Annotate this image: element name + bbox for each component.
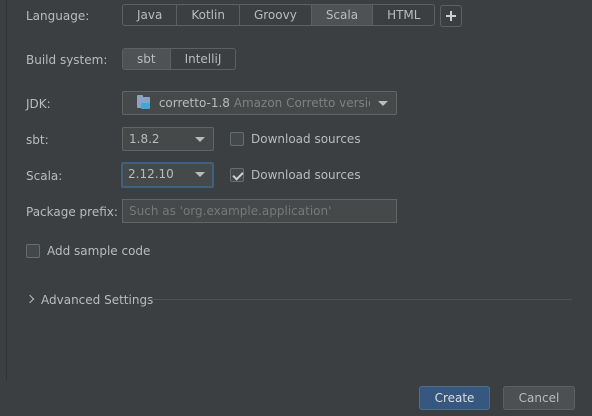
scala-label: Scala: bbox=[26, 169, 63, 183]
build-system-label: Build system: bbox=[26, 53, 108, 67]
language-option-java[interactable]: Java bbox=[123, 5, 178, 25]
cancel-button[interactable]: Cancel bbox=[503, 386, 575, 410]
add-language-button[interactable] bbox=[440, 5, 462, 27]
language-option-scala[interactable]: Scala bbox=[311, 5, 374, 25]
folder-icon bbox=[137, 95, 150, 109]
jdk-label: JDK: bbox=[26, 97, 51, 111]
jdk-arrow-area bbox=[370, 92, 396, 114]
sbt-label: sbt: bbox=[26, 133, 49, 147]
build-system-segmented-control: sbt IntelliJ bbox=[122, 48, 237, 70]
sbt-version-dropdown[interactable]: 1.8.2 bbox=[122, 127, 214, 151]
scala-download-sources-label: Download sources bbox=[251, 168, 361, 182]
language-segmented-control: Java Kotlin Groovy Scala HTML bbox=[122, 4, 436, 26]
cancel-button-label: Cancel bbox=[518, 391, 560, 405]
scala-version-dropdown[interactable]: 2.12.10 bbox=[121, 162, 214, 188]
sbt-version-value: 1.8.2 bbox=[129, 132, 160, 146]
add-sample-code-label: Add sample code bbox=[47, 244, 151, 258]
scala-download-sources-row[interactable]: Download sources bbox=[230, 168, 361, 182]
left-panel-divider bbox=[6, 0, 7, 380]
language-label: Language: bbox=[26, 9, 90, 23]
add-sample-code-row[interactable]: Add sample code bbox=[26, 244, 150, 258]
chevron-right-icon[interactable] bbox=[25, 294, 35, 304]
scala-version-value: 2.12.10 bbox=[128, 167, 174, 181]
language-option-kotlin[interactable]: Kotlin bbox=[177, 5, 240, 25]
build-system-option-intellij[interactable]: IntelliJ bbox=[171, 49, 236, 69]
language-option-groovy[interactable]: Groovy bbox=[240, 5, 312, 25]
language-option-html[interactable]: HTML bbox=[373, 5, 434, 25]
chevron-down-icon bbox=[195, 137, 205, 142]
sbt-download-sources-label: Download sources bbox=[251, 132, 361, 146]
scala-download-sources-checkbox[interactable] bbox=[230, 168, 244, 182]
add-sample-code-checkbox[interactable] bbox=[26, 244, 40, 258]
create-button[interactable]: Create bbox=[419, 386, 490, 410]
build-system-option-sbt[interactable]: sbt bbox=[123, 49, 171, 69]
chevron-down-icon bbox=[195, 172, 205, 177]
advanced-settings-separator bbox=[148, 299, 572, 300]
create-button-label: Create bbox=[434, 391, 475, 405]
advanced-settings-toggle[interactable]: Advanced Settings bbox=[41, 293, 153, 307]
sbt-download-sources-row[interactable]: Download sources bbox=[230, 132, 361, 146]
jdk-dropdown[interactable]: corretto-1.8 Amazon Corretto version 1.8… bbox=[122, 91, 397, 115]
chevron-down-icon bbox=[378, 101, 388, 106]
package-prefix-input[interactable] bbox=[122, 199, 397, 223]
package-prefix-label: Package prefix: bbox=[26, 205, 118, 219]
sbt-download-sources-checkbox[interactable] bbox=[230, 132, 244, 146]
jdk-name: corretto-1.8 bbox=[158, 96, 230, 110]
